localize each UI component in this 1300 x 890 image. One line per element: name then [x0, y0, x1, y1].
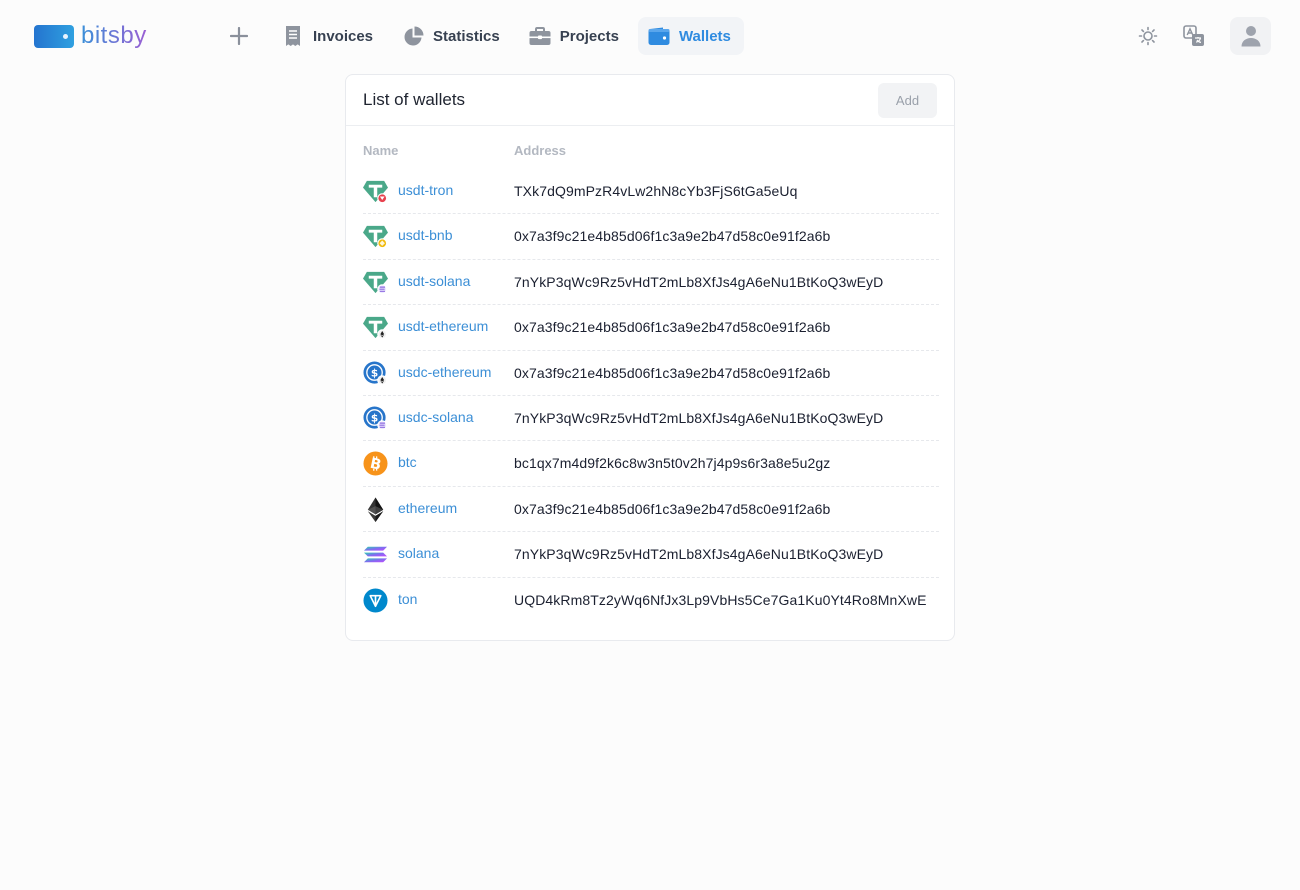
translate-icon — [1183, 25, 1204, 46]
ton-icon — [363, 587, 388, 613]
usdt-ethereum-icon — [363, 315, 388, 340]
nav-item-wallets[interactable]: Wallets — [637, 17, 744, 55]
table-row[interactable]: ethereum 0x7a3f9c21e4b85d06f1c3a9e2b47d5… — [363, 487, 939, 533]
wallet-address: 7nYkP3qWc9Rz5vHdT2mLb8XfJs4gA6eNu1BtKoQ3… — [514, 273, 884, 290]
table-header: Name Address — [363, 143, 939, 159]
plus-icon — [230, 27, 248, 45]
wallet-address: UQD4kRm8Tz2yWq6NfJx3Lp9VbHs5Ce7Ga1Ku0Yt4… — [514, 591, 927, 608]
column-header-address: Address — [514, 143, 567, 158]
profile-avatar-button[interactable] — [1230, 17, 1271, 55]
bitcoin-icon: B — [363, 451, 388, 476]
receipt-icon — [282, 25, 304, 47]
theme-toggle-button[interactable] — [1128, 17, 1168, 55]
brand-logo[interactable]: bitsby — [34, 22, 147, 50]
wallet-address: 0x7a3f9c21e4b85d06f1c3a9e2b47d58c0e91f2a… — [514, 228, 831, 245]
table-row[interactable]: solana 7nYkP3qWc9Rz5vHdT2mLb8XfJs4gA6eNu… — [363, 532, 939, 578]
wallet-name-link[interactable]: usdt-solana — [398, 273, 470, 289]
wallet-name-link[interactable]: usdt-bnb — [398, 227, 452, 243]
wallet-address: 0x7a3f9c21e4b85d06f1c3a9e2b47d58c0e91f2a… — [514, 364, 831, 381]
svg-text:$: $ — [371, 367, 378, 379]
top-header: bitsby Invoices Statistics Projects Wall… — [0, 0, 1300, 72]
table-row[interactable]: B btc bc1qx7m4d9f2k6c8w3n5t0v2h7j4p9s6r3… — [363, 441, 939, 487]
card-header: List of wallets Add — [346, 75, 954, 126]
wallet-name-link[interactable]: solana — [398, 545, 439, 561]
wallet-address: 7nYkP3qWc9Rz5vHdT2mLb8XfJs4gA6eNu1BtKoQ3… — [514, 409, 884, 426]
nav-label-projects: Projects — [559, 27, 619, 45]
wallet-name-link[interactable]: btc — [398, 454, 417, 470]
wallets-card: List of wallets Add Name Address usdt-tr… — [345, 74, 955, 641]
brand-name: bitsby — [81, 22, 147, 49]
sun-icon — [1138, 26, 1158, 46]
solana-icon — [363, 542, 388, 567]
header-actions — [1122, 17, 1271, 55]
nav-item-statistics[interactable]: Statistics — [392, 17, 513, 55]
briefcase-icon — [529, 25, 551, 47]
wallet-address: 0x7a3f9c21e4b85d06f1c3a9e2b47d58c0e91f2a… — [514, 500, 831, 517]
wallet-address: 7nYkP3qWc9Rz5vHdT2mLb8XfJs4gA6eNu1BtKoQ3… — [514, 546, 884, 563]
table-row[interactable]: usdt-solana 7nYkP3qWc9Rz5vHdT2mLb8XfJs4g… — [363, 260, 939, 306]
wallet-name-link[interactable]: usdc-ethereum — [398, 364, 491, 380]
wallet-address: bc1qx7m4d9f2k6c8w3n5t0v2h7j4p9s6r3a8e5u2… — [514, 455, 831, 472]
nav-item-invoices[interactable]: Invoices — [272, 17, 386, 55]
wallets-table: usdt-tron TXk7dQ9mPzR4vLw2hN8cYb3FjS6tGa… — [363, 169, 939, 623]
ethereum-icon — [363, 497, 388, 522]
nav-label-wallets: Wallets — [678, 27, 731, 45]
wallet-logo-icon — [34, 24, 74, 48]
user-icon — [1241, 26, 1260, 47]
usdc-solana-icon: $ — [363, 406, 388, 431]
table-row[interactable]: $ usdc-solana 7nYkP3qWc9Rz5vHdT2mLb8XfJs… — [363, 396, 939, 442]
table-row[interactable]: $ usdc-ethereum 0x7a3f9c21e4b85d06f1c3a9… — [363, 351, 939, 396]
page-title: List of wallets — [363, 90, 466, 109]
usdc-ethereum-icon: $ — [363, 361, 388, 386]
nav-label-statistics: Statistics — [433, 27, 500, 45]
wallet-name-link[interactable]: usdt-ethereum — [398, 318, 488, 334]
wallet-address: TXk7dQ9mPzR4vLw2hN8cYb3FjS6tGa5eUq — [514, 183, 798, 199]
wallet-icon — [648, 25, 670, 47]
wallet-address: 0x7a3f9c21e4b85d06f1c3a9e2b47d58c0e91f2a… — [514, 319, 831, 336]
nav-label-invoices: Invoices — [313, 27, 374, 45]
wallet-name-link[interactable]: usdt-tron — [398, 182, 453, 198]
pie-chart-icon — [402, 25, 424, 47]
usdt-tron-icon — [363, 179, 388, 204]
table-row[interactable]: usdt-bnb 0x7a3f9c21e4b85d06f1c3a9e2b47d5… — [363, 214, 939, 260]
main-nav: Invoices Statistics Projects Wallets — [224, 17, 750, 55]
table-row[interactable]: usdt-ethereum 0x7a3f9c21e4b85d06f1c3a9e2… — [363, 305, 939, 351]
wallet-name-link[interactable]: usdc-solana — [398, 409, 474, 425]
create-button[interactable] — [224, 17, 254, 55]
table-row[interactable]: ton UQD4kRm8Tz2yWq6NfJx3Lp9VbHs5Ce7Ga1Ku… — [363, 578, 939, 623]
language-button[interactable] — [1174, 17, 1214, 55]
add-wallet-button[interactable]: Add — [878, 83, 937, 118]
wallet-name-link[interactable]: ton — [398, 591, 417, 607]
usdt-bnb-icon — [363, 224, 388, 249]
usdt-solana-icon — [363, 270, 388, 295]
svg-text:$: $ — [371, 413, 378, 425]
table-row[interactable]: usdt-tron TXk7dQ9mPzR4vLw2hN8cYb3FjS6tGa… — [363, 169, 939, 215]
column-header-name: Name — [363, 143, 399, 158]
nav-item-projects[interactable]: Projects — [519, 17, 632, 55]
wallet-name-link[interactable]: ethereum — [398, 500, 457, 516]
